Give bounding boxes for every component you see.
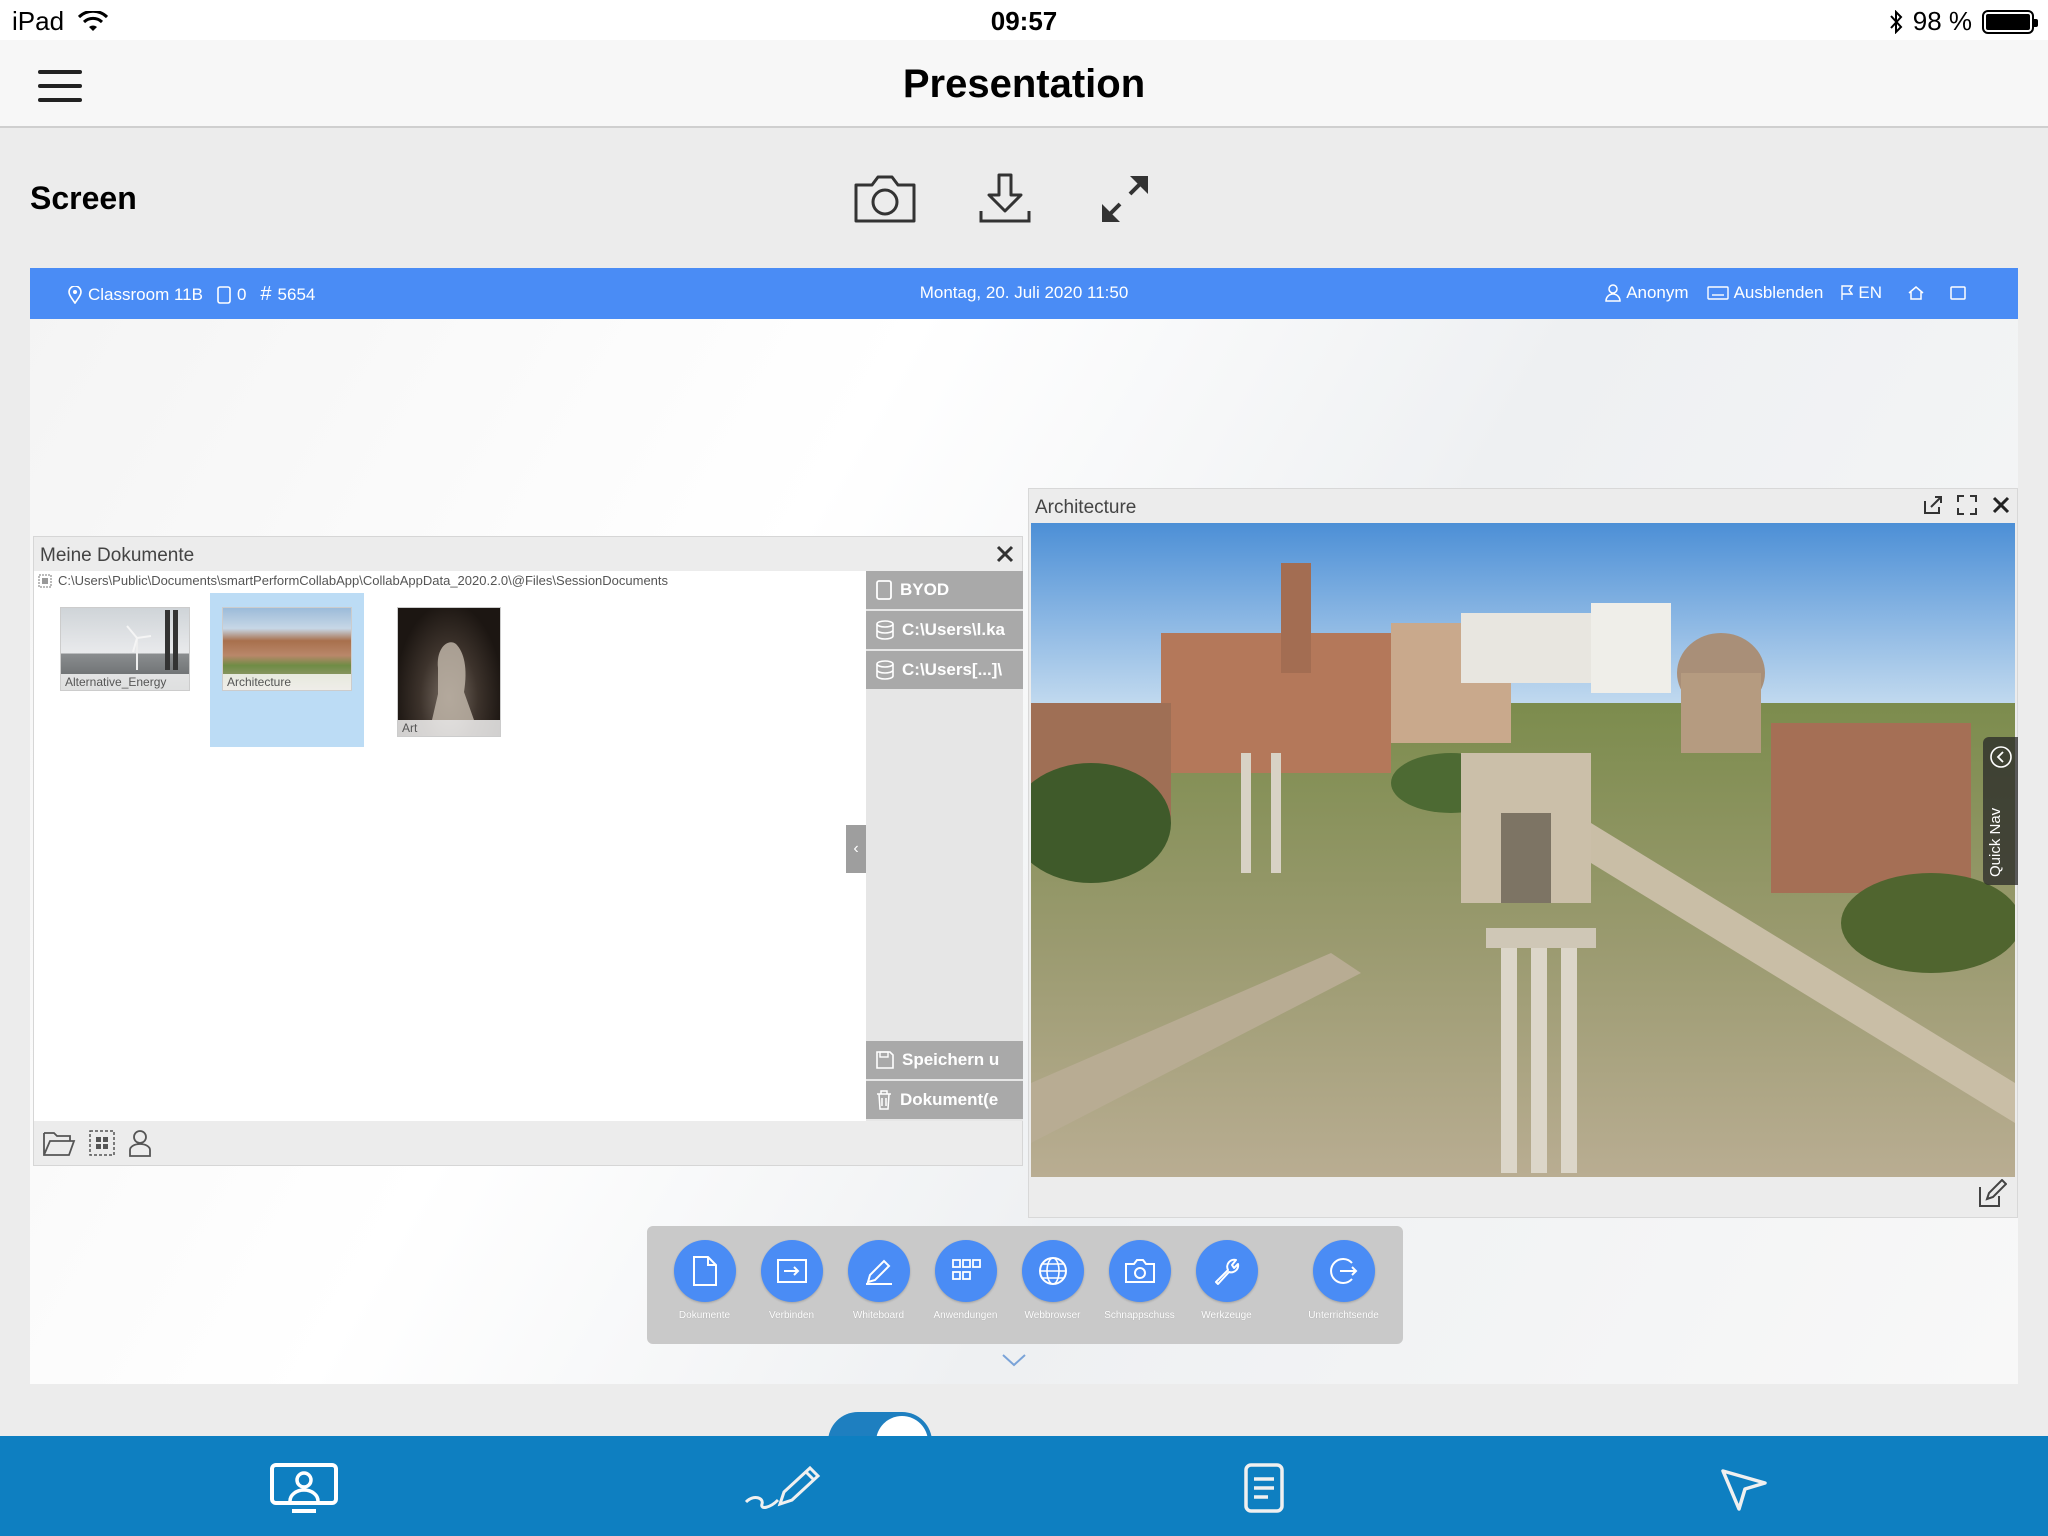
apps-button[interactable]: Anwendungen (922, 1240, 1009, 1321)
keyboard-icon (1706, 286, 1729, 300)
database-icon (876, 620, 894, 640)
end-lesson-button[interactable]: Unterrichtsende (1300, 1240, 1387, 1321)
expand-icon[interactable] (1090, 168, 1160, 230)
apps-grid-icon (934, 1240, 997, 1302)
trash-icon (877, 1090, 891, 1110)
snapshot-button[interactable]: Schnappschuss (1096, 1240, 1183, 1321)
globe-icon (1021, 1240, 1084, 1302)
screen-icon[interactable] (1950, 285, 1966, 301)
thumbnail-caption: Art (398, 720, 500, 736)
user-item[interactable]: Anonym (1605, 283, 1689, 303)
tab-share[interactable] (1704, 1458, 1784, 1518)
connect-button[interactable]: Verbinden (748, 1240, 835, 1321)
status-right: 98 % (1889, 6, 2038, 37)
thumbnail-architecture[interactable]: Architecture (210, 593, 364, 747)
classroom-bar: Classroom 11B 0 # 5654 Montag, 20. Juli … (30, 268, 2018, 319)
qr-icon[interactable] (88, 1129, 116, 1157)
folder-icon[interactable] (42, 1129, 76, 1157)
screen-label: Screen (30, 180, 137, 216)
webbrowser-button[interactable]: Webbrowser (1009, 1240, 1096, 1321)
edit-icon[interactable] (1977, 1179, 2007, 1209)
thumbnail-art[interactable]: Art (372, 593, 526, 747)
hide-label: Ausblenden (1733, 283, 1824, 302)
wind-turbine-image: Alternative_Energy (60, 607, 190, 691)
screen-tools (850, 168, 1160, 230)
app-toolbar: Dokumente Verbinden Whiteboard Anwendung… (647, 1226, 1403, 1344)
send-arrow-icon (1721, 1469, 1767, 1511)
chevron-left-icon (1990, 746, 2012, 768)
language-label: EN (1858, 283, 1882, 302)
sidebar-item-drive-1[interactable]: C:\Users\l.ka (866, 611, 1023, 649)
roman-forum-photo (1031, 523, 2015, 1177)
battery-percent: 98 % (1912, 6, 1972, 36)
database-icon (876, 660, 894, 680)
thumbnail-alternative-energy[interactable]: Alternative_Energy (48, 593, 202, 747)
mirrored-screen[interactable]: Classroom 11B 0 # 5654 Montag, 20. Juli … (30, 268, 2018, 1384)
save-button[interactable]: Speichern u (866, 1041, 1023, 1079)
language-button[interactable]: EN (1841, 283, 1882, 303)
hide-button[interactable]: Ausblenden (1706, 283, 1824, 303)
wrench-icon (1195, 1240, 1258, 1302)
tab-whiteboard[interactable] (744, 1458, 824, 1518)
presentation-icon (270, 1463, 338, 1513)
quick-nav-label: Quick Nav (1987, 807, 2004, 877)
document-thumbnails: Alternative_Energy Architecture Art (48, 593, 526, 747)
thumbnail-caption: Alternative_Energy (61, 674, 189, 690)
download-icon[interactable] (970, 168, 1040, 230)
close-icon[interactable] (990, 539, 1020, 569)
documents-footer (34, 1121, 1022, 1165)
pen-signature-icon (744, 1465, 821, 1509)
close-icon[interactable] (1989, 493, 2013, 517)
tablet-icon (876, 580, 892, 600)
status-time: 09:57 (990, 6, 1058, 36)
user-icon (1605, 284, 1621, 302)
exit-icon (1312, 1240, 1375, 1302)
delete-button[interactable]: Dokument(e (866, 1081, 1023, 1119)
collapse-handle[interactable]: ‹ (846, 825, 866, 873)
documents-window-title: Meine Dokumente (34, 537, 1022, 571)
camera-icon[interactable] (850, 168, 920, 230)
thumbnail-caption: Architecture (223, 674, 351, 690)
documents-sidebar: BYOD C:\Users\l.ka C:\Users[...]\ Speich… (866, 571, 1023, 1121)
user-lock-icon[interactable] (128, 1128, 152, 1158)
bluetooth-icon (1889, 9, 1903, 34)
tab-notes[interactable] (1224, 1458, 1304, 1518)
architecture-window: Architecture Quick Nav (1028, 488, 2018, 1218)
tools-button[interactable]: Werkzeuge (1183, 1240, 1270, 1321)
save-icon (876, 1051, 894, 1069)
tab-presentation[interactable] (264, 1458, 344, 1518)
quick-nav[interactable]: Quick Nav (1983, 737, 2018, 885)
documents-window: Meine Dokumente C:\Users\Public\Document… (33, 536, 1023, 1166)
share-icon[interactable] (1921, 493, 1945, 517)
connect-icon (760, 1240, 823, 1302)
chevron-down-icon[interactable] (1000, 1350, 1028, 1370)
tab-bar (0, 1436, 2048, 1536)
documents-button[interactable]: Dokumente (661, 1240, 748, 1321)
sidebar-item-drive-2[interactable]: C:\Users[...]\ (866, 651, 1023, 689)
nav-bar: Presentation (0, 40, 2048, 128)
user-name: Anonym (1626, 283, 1689, 302)
whiteboard-button[interactable]: Whiteboard (835, 1240, 922, 1321)
forum-thumbnail-image: Architecture (222, 607, 352, 691)
fullscreen-icon[interactable] (1955, 493, 1979, 517)
qr-icon (38, 574, 52, 587)
battery-icon (1982, 9, 2038, 34)
camera-icon (1108, 1240, 1171, 1302)
sidebar-item-byod[interactable]: BYOD (866, 571, 1023, 609)
pencil-icon (847, 1240, 910, 1302)
status-bar: iPad 09:57 98 % (0, 0, 2048, 40)
architecture-window-title: Architecture (1029, 489, 2017, 523)
flag-icon (1841, 285, 1854, 300)
notes-icon (1244, 1463, 1284, 1513)
document-icon (673, 1240, 736, 1302)
page-title: Presentation (902, 62, 1146, 106)
home-icon[interactable] (1908, 285, 1924, 301)
sculpture-image: Art (397, 607, 501, 737)
